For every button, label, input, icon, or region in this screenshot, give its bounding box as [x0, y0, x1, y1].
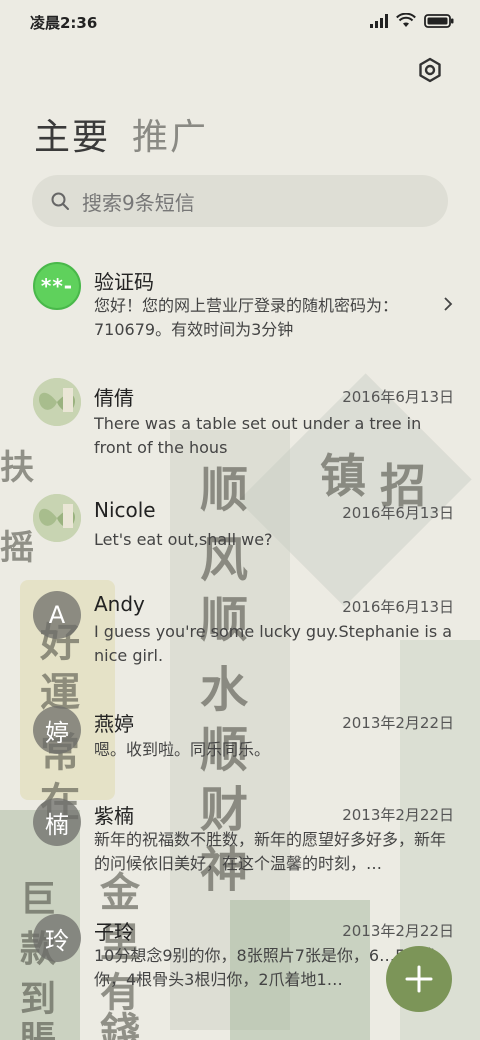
avatar: 楠	[33, 798, 81, 846]
battery-icon	[424, 13, 454, 28]
contact-name: Andy	[94, 592, 145, 616]
conversation-row[interactable]: 倩倩 2016年6月13日 There was a table set out …	[0, 372, 480, 472]
status-icons	[370, 13, 454, 28]
message-date: 2016年6月13日	[342, 388, 454, 406]
message-date: 2016年6月13日	[342, 598, 454, 616]
status-bar: 凌晨2:36	[0, 0, 480, 44]
conversation-row[interactable]: 楠 紫楠 2013年2月22日 新年的祝福数不胜数，新年的愿望好多好多，新年的问…	[0, 796, 480, 896]
chevron-right-icon[interactable]	[442, 296, 454, 312]
settings-button[interactable]	[416, 56, 444, 84]
message-date: 2013年2月22日	[342, 922, 454, 940]
avatar	[33, 494, 81, 542]
message-preview: I guess you're some lucky guy.Stephanie …	[94, 622, 453, 665]
avatar-text: 楠	[45, 810, 69, 839]
avatar: 婷	[33, 706, 81, 754]
tab-bar: 主要 推广	[34, 108, 208, 160]
message-date: 2013年2月22日	[342, 714, 454, 732]
avatar	[33, 378, 81, 426]
contact-name: 倩倩	[94, 386, 134, 410]
conversation-row[interactable]: 婷 燕婷 2013年2月22日 嗯。收到啦。同乐同乐。	[0, 702, 480, 778]
conversation-row[interactable]: **- 验证码 您好！您的网上营业厅登录的随机密码为：710679。有效时间为3…	[0, 248, 480, 358]
signal-icon	[370, 13, 388, 28]
message-preview: 新年的祝福数不胜数，新年的愿望好多好多，新年的问候依旧美好，在这个温馨的时刻，…	[94, 830, 447, 873]
message-date: 2013年2月22日	[342, 806, 454, 824]
message-date: 2016年6月13日	[342, 504, 454, 522]
message-preview: 您好！您的网上营业厅登录的随机密码为：710679。有效时间为3分钟	[94, 296, 399, 339]
contact-name: 紫楠	[94, 804, 134, 828]
avatar: 玲	[33, 914, 81, 962]
tab-promotions[interactable]: 推广	[132, 108, 208, 160]
message-preview: There was a table set out under a tree i…	[94, 414, 422, 457]
avatar-text: 婷	[45, 718, 69, 747]
status-time: 凌晨2:36	[30, 14, 98, 32]
contact-name: 子玲	[94, 920, 134, 944]
conversation-row[interactable]: A Andy 2016年6月13日 I guess you're some lu…	[0, 586, 480, 686]
search-input[interactable]: 搜索9条短信	[32, 175, 448, 227]
conversation-row[interactable]: Nicole 2016年6月13日 Let's eat out,shall we…	[0, 488, 480, 568]
contact-name: Nicole	[94, 498, 156, 522]
contact-name: 燕婷	[94, 712, 134, 736]
avatar-text: **-	[40, 274, 74, 298]
avatar-text: 玲	[45, 926, 69, 955]
message-preview: 嗯。收到啦。同乐同乐。	[94, 740, 271, 759]
butterfly-photo-icon	[33, 378, 81, 426]
gear-icon	[419, 57, 441, 83]
butterfly-photo-icon	[33, 494, 81, 542]
search-icon	[51, 192, 69, 210]
avatar: A	[33, 591, 81, 639]
search-placeholder: 搜索9条短信	[82, 190, 195, 215]
wifi-icon	[396, 13, 416, 27]
message-preview: Let's eat out,shall we?	[94, 530, 273, 549]
avatar: **-	[33, 262, 81, 310]
contact-name: 验证码	[94, 270, 154, 294]
plus-icon	[405, 965, 433, 993]
new-message-button[interactable]	[386, 946, 452, 1012]
tab-primary[interactable]: 主要	[34, 108, 110, 160]
avatar-text: A	[48, 601, 66, 629]
